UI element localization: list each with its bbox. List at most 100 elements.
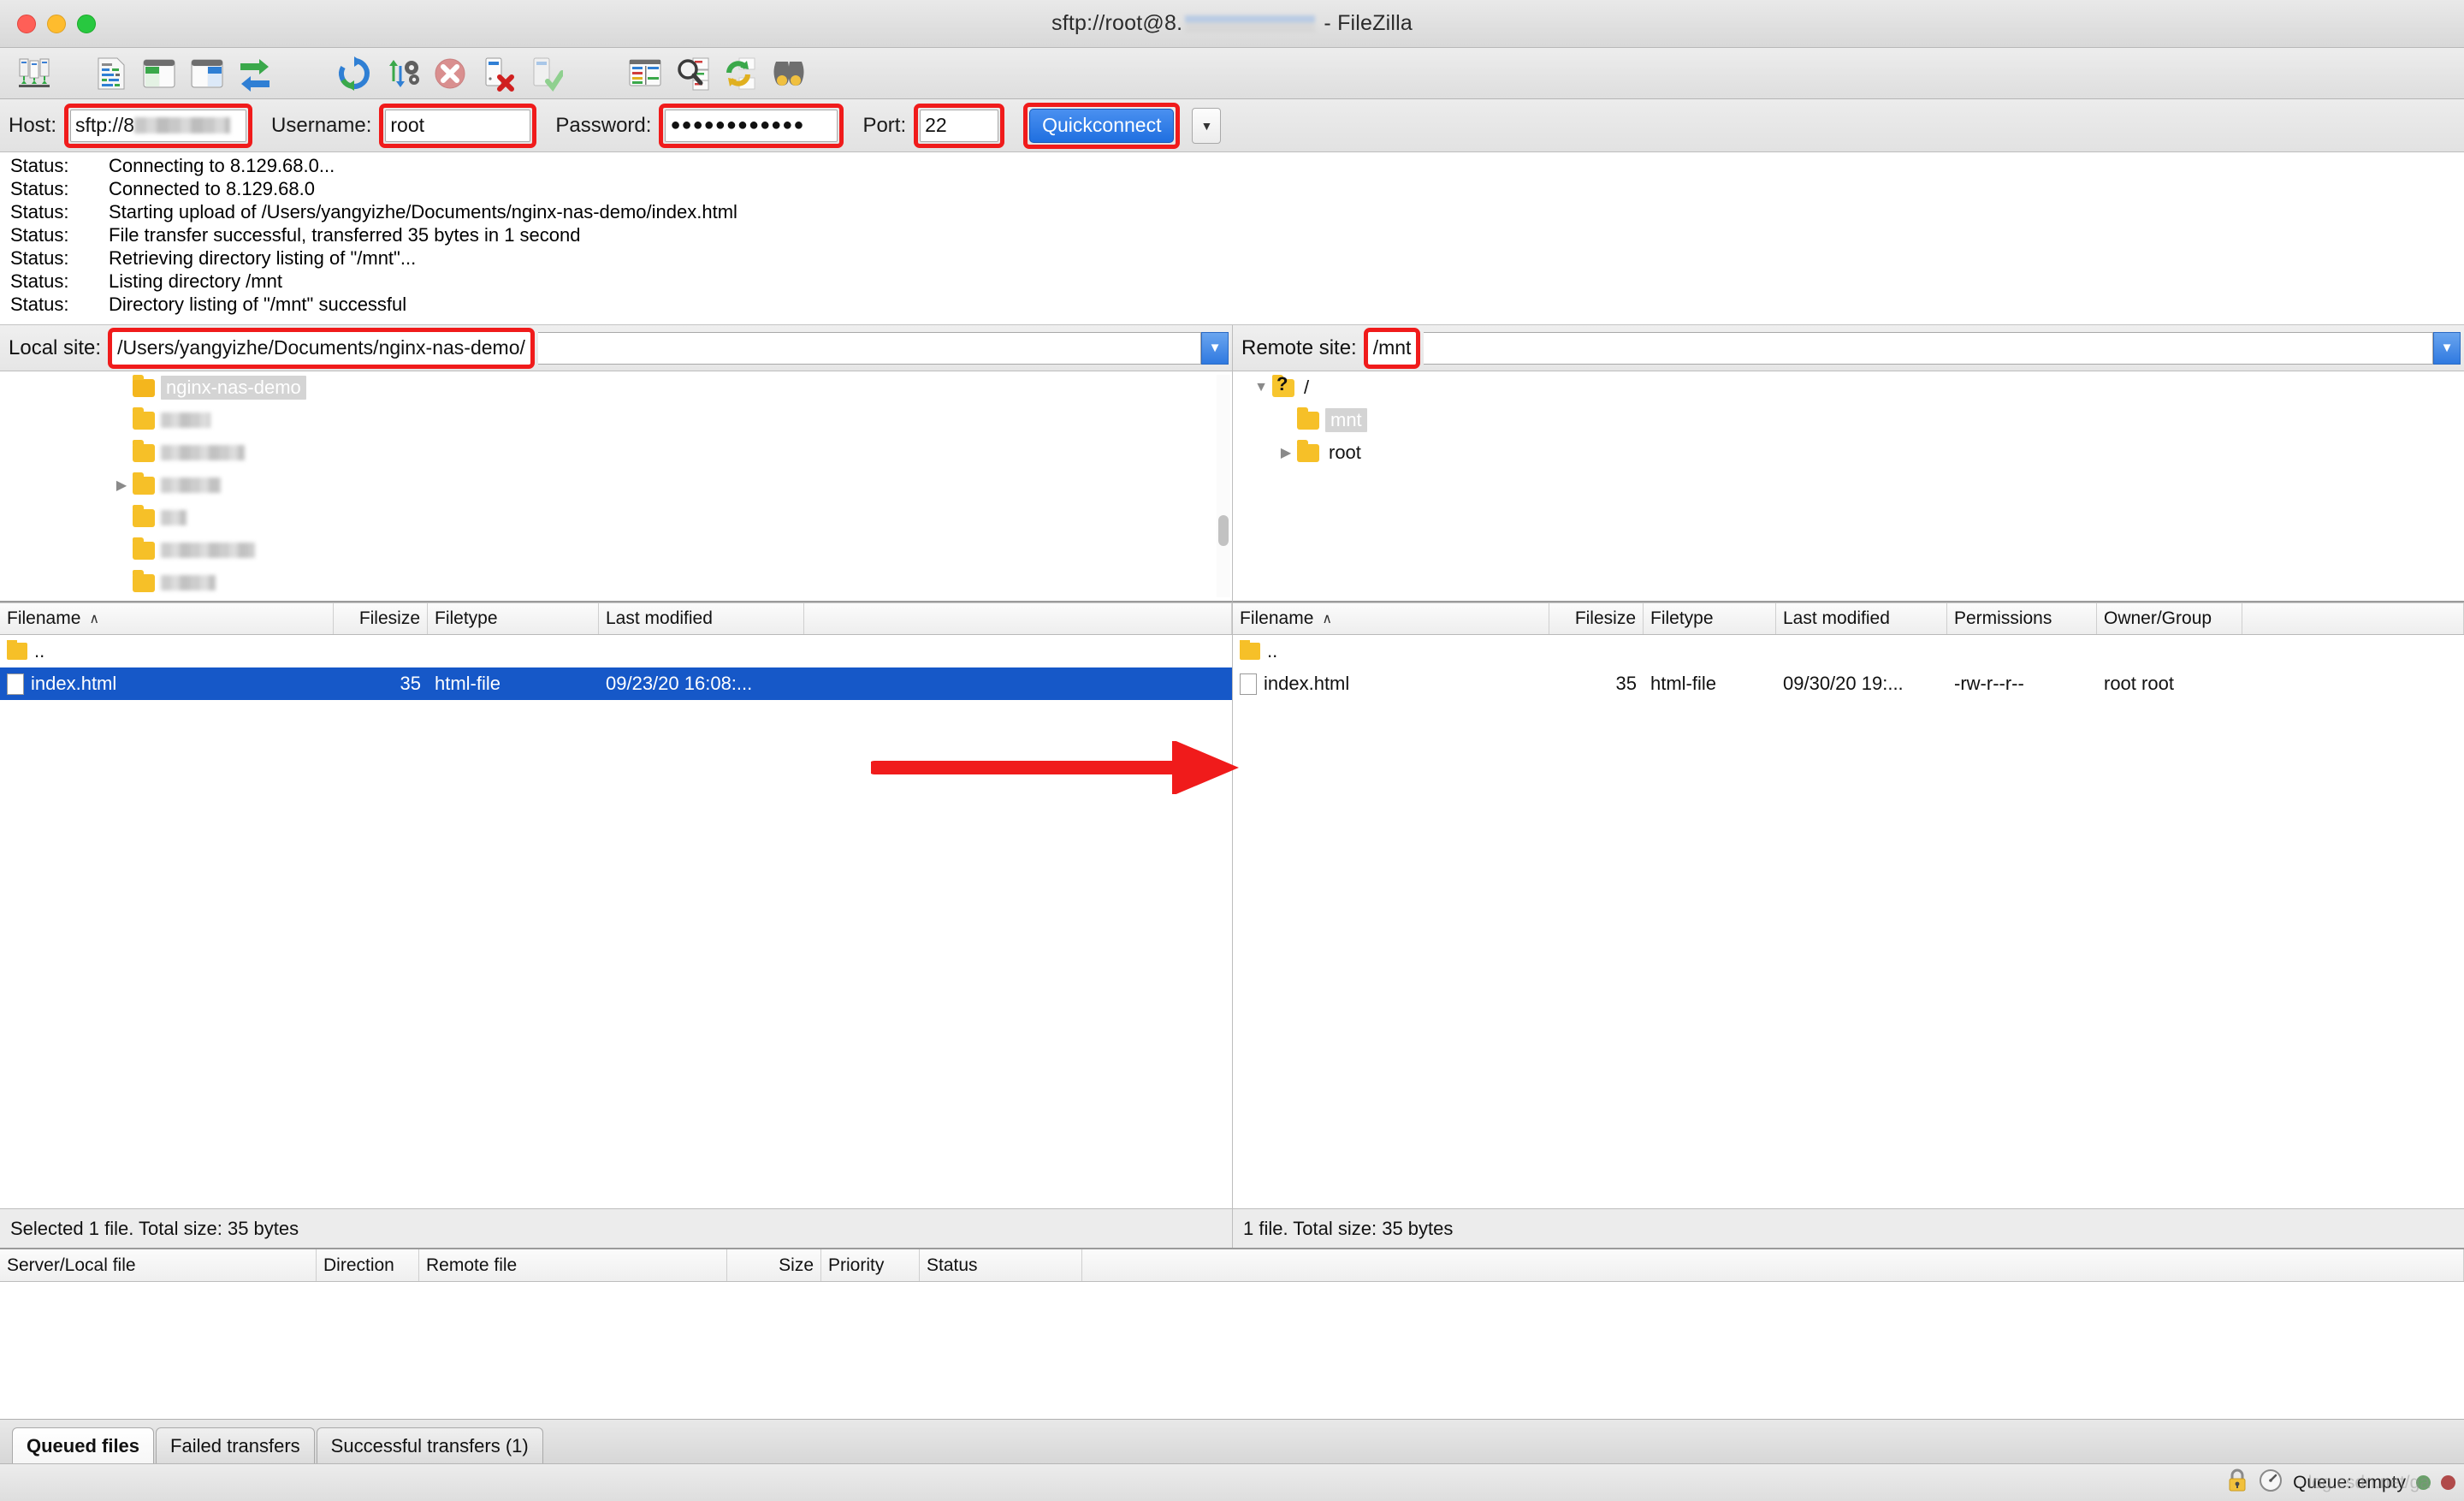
tree-item-root-dir[interactable]: ▶ root — [1233, 436, 2464, 469]
tree-item[interactable] — [0, 501, 1232, 534]
tab-successful-transfers[interactable]: Successful transfers (1) — [316, 1427, 543, 1463]
local-site-label: Local site: — [9, 335, 102, 359]
column-header-last-modified[interactable]: Last modified — [599, 603, 804, 634]
table-row[interactable]: .. — [1233, 635, 2464, 667]
column-header-last-modified[interactable]: Last modified — [1776, 603, 1947, 634]
table-row[interactable]: index.html 35 html-file 09/30/20 19:... … — [1233, 667, 2464, 700]
site-manager-icon[interactable] — [10, 51, 58, 96]
folder-icon — [133, 504, 155, 527]
folder-icon — [133, 439, 155, 462]
close-window-button[interactable] — [17, 14, 36, 33]
tree-item[interactable]: nginx-nas-demo — [0, 371, 1232, 404]
local-site-bar: Local site: /Users/yangyizhe/Documents/n… — [0, 325, 1232, 371]
tab-queued-files[interactable]: Queued files — [12, 1427, 155, 1463]
chevron-down-icon[interactable]: ▼ — [1192, 107, 1222, 144]
column-header-priority[interactable]: Priority — [821, 1249, 920, 1281]
synchronized-browsing-icon[interactable] — [717, 51, 765, 96]
quickconnect-button[interactable]: Quickconnect — [1029, 108, 1175, 143]
chevron-right-icon[interactable]: ▶ — [1275, 444, 1297, 461]
cancel-operation-icon[interactable] — [426, 51, 474, 96]
speed-gauge-icon[interactable] — [2259, 1468, 2283, 1497]
remote-directory-tree[interactable]: ▼/ mnt ▶root — [1232, 371, 2464, 602]
tab-failed-transfers[interactable]: Failed transfers — [156, 1427, 315, 1463]
tree-item-label: / — [1304, 377, 1310, 398]
column-header-size[interactable]: Size — [727, 1249, 821, 1281]
chevron-down-icon[interactable]: ▼ — [1250, 380, 1272, 395]
column-header-filetype[interactable]: Filetype — [428, 603, 599, 634]
queue-tabs: Queued files Failed transfers Successful… — [0, 1419, 2464, 1463]
column-header-direction[interactable]: Direction — [317, 1249, 419, 1281]
compare-directories-icon[interactable] — [669, 51, 717, 96]
find-files-icon[interactable] — [765, 51, 813, 96]
window-controls — [0, 14, 96, 33]
column-header-status[interactable]: Status — [920, 1249, 1082, 1281]
column-header-filesize[interactable]: Filesize — [1549, 603, 1644, 634]
toggle-transfer-queue-icon[interactable] — [231, 51, 279, 96]
remote-list-body[interactable]: .. index.html 35 html-file 09/30/20 19:.… — [1233, 635, 2464, 1208]
column-header-filename[interactable]: Filename ∧ — [0, 603, 334, 634]
local-site-combo-rest[interactable] — [537, 331, 1201, 365]
disconnect-icon[interactable] — [474, 51, 522, 96]
toggle-local-tree-icon[interactable] — [135, 51, 183, 96]
local-tree-scrollbar[interactable] — [1217, 375, 1230, 597]
column-header-owner-group[interactable]: Owner/Group — [2097, 603, 2242, 634]
remote-file-list: Filename ∧ Filesize Filetype Last modifie… — [1232, 602, 2464, 1248]
column-label: Filename — [1240, 608, 1314, 628]
column-header-permissions[interactable]: Permissions — [1947, 603, 2097, 634]
folder-icon — [133, 537, 155, 560]
filter-icon[interactable] — [621, 51, 669, 96]
tree-item-root[interactable]: ▼/ — [1233, 371, 2464, 404]
folder-icon — [133, 569, 155, 592]
remote-site-dropdown-icon[interactable]: ▼ — [2433, 331, 2461, 365]
local-site-dropdown-icon[interactable]: ▼ — [1201, 331, 1229, 365]
unknown-folder-icon — [1272, 374, 1294, 397]
process-queue-icon[interactable] — [378, 51, 426, 96]
username-input[interactable]: root — [385, 109, 531, 142]
column-header-server-local-file[interactable]: Server/Local file — [0, 1249, 317, 1281]
log-text: Directory listing of "/mnt" successful — [109, 294, 407, 315]
remote-site-input[interactable]: /mnt — [1370, 336, 1415, 359]
tree-item[interactable]: ▶ — [0, 469, 1232, 501]
column-header-filename[interactable]: Filename ∧ — [1233, 603, 1549, 634]
column-header-filetype[interactable]: Filetype — [1644, 603, 1776, 634]
tree-item-mnt[interactable]: mnt — [1233, 404, 2464, 436]
reconnect-icon[interactable] — [522, 51, 570, 96]
log-line: Status: Starting upload of /Users/yangyiz… — [0, 200, 2464, 223]
table-row[interactable]: .. — [0, 635, 1232, 667]
local-status-text: Selected 1 file. Total size: 35 bytes — [0, 1208, 1232, 1248]
toggle-remote-tree-icon[interactable] — [183, 51, 231, 96]
directory-trees: nginx-nas-demo ▶ ▼/ mnt ▶root — [0, 371, 2464, 602]
column-header-remote-file[interactable]: Remote file — [419, 1249, 727, 1281]
local-list-body[interactable]: .. index.html 35 html-file 09/23/20 16:0… — [0, 635, 1232, 1208]
lock-icon[interactable] — [2226, 1468, 2248, 1497]
log-prefix: Status: — [10, 247, 69, 269]
queue-body[interactable] — [0, 1282, 2464, 1419]
folder-icon — [1297, 439, 1319, 462]
minimize-window-button[interactable] — [47, 14, 66, 33]
local-directory-tree[interactable]: nginx-nas-demo ▶ — [0, 371, 1232, 602]
folder-icon — [7, 640, 27, 660]
zoom-window-button[interactable] — [77, 14, 96, 33]
redacted-folder-name — [161, 445, 245, 460]
redacted-folder-name — [161, 543, 255, 558]
scrollbar-thumb[interactable] — [1218, 515, 1229, 546]
local-site-input[interactable]: /Users/yangyizhe/Documents/nginx-nas-dem… — [114, 336, 529, 359]
host-input[interactable]: sftp://8 — [70, 109, 247, 142]
password-input[interactable]: ●●●●●●●●●●●● — [665, 109, 838, 142]
log-prefix: Status: — [10, 155, 69, 176]
table-row[interactable]: index.html 35 html-file 09/23/20 16:08:.… — [0, 667, 1232, 700]
tree-item[interactable] — [0, 404, 1232, 436]
port-input[interactable]: 22 — [920, 109, 999, 142]
message-log[interactable]: Status: Connecting to 8.129.68.0... Statu… — [0, 152, 2464, 325]
sort-ascending-icon: ∧ — [1322, 612, 1333, 626]
toggle-message-log-icon[interactable] — [87, 51, 135, 96]
cell-filename: index.html — [31, 673, 117, 694]
remote-site-combo-rest[interactable] — [1424, 331, 2433, 365]
column-header-filesize[interactable]: Filesize — [334, 603, 428, 634]
chevron-right-icon[interactable]: ▶ — [110, 477, 133, 494]
refresh-icon[interactable] — [330, 51, 378, 96]
tree-item[interactable] — [0, 534, 1232, 567]
tree-item[interactable] — [0, 436, 1232, 469]
tree-item[interactable] — [0, 567, 1232, 599]
username-label: Username: — [271, 113, 372, 137]
